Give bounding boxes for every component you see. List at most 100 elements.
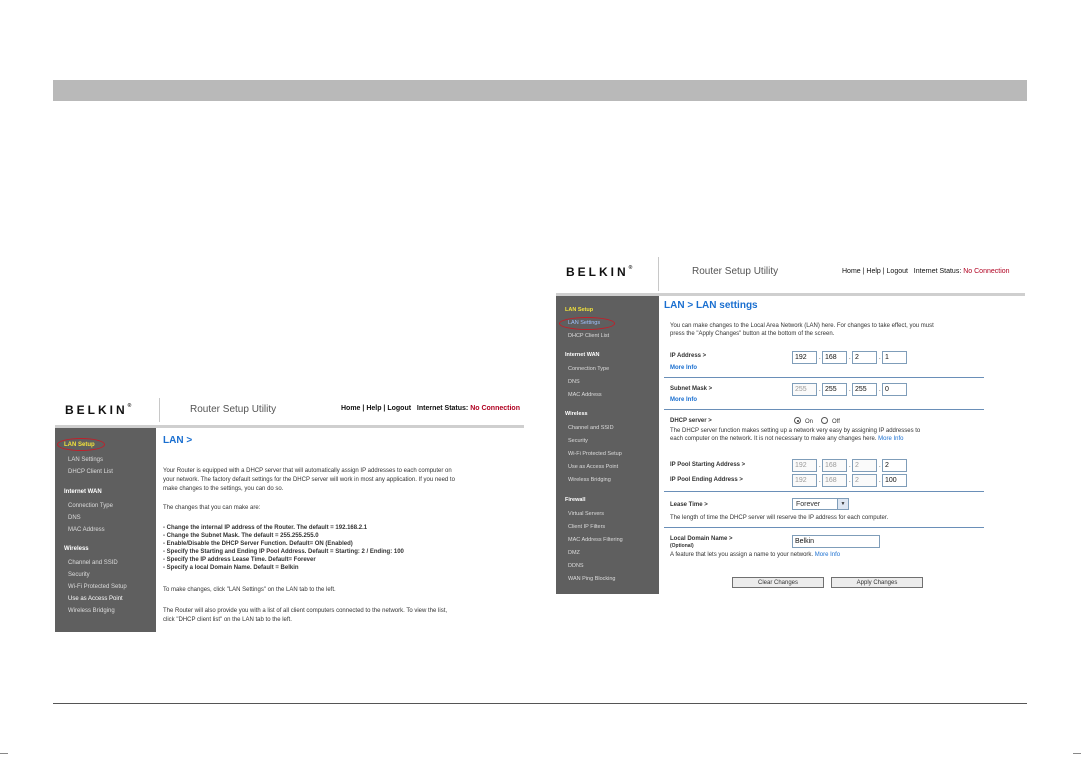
logout-link[interactable]: Logout [887, 268, 908, 275]
sidebar-item-connection-type[interactable]: Connection Type [568, 366, 609, 372]
changes-title: The changes that you can make are: [163, 505, 261, 511]
divider [664, 491, 984, 492]
dhcp-server-label: DHCP server > [670, 418, 712, 424]
sidebar-item-mac-address[interactable]: MAC Address [568, 392, 602, 398]
sidebar-item-security[interactable]: Security [568, 438, 588, 444]
sidebar-item-mac-address[interactable]: MAC Address [68, 527, 105, 533]
domain-optional-label: (Optional) [670, 543, 694, 549]
sidebar-item-dns[interactable]: DNS [68, 515, 81, 521]
pool-end-octet-1: 192 [792, 474, 817, 487]
pool-end-octet-2: 168 [822, 474, 847, 487]
right-screenshot: BELKIN® Router Setup Utility Home | Help… [556, 251, 1025, 594]
sidebar-item-wps[interactable]: Wi-Fi Protected Setup [568, 451, 622, 457]
sidebar-item-dhcp-client-list[interactable]: DHCP Client List [568, 333, 609, 339]
pool-start-octet-3: 2 [852, 459, 877, 472]
dhcp-more-info-link[interactable]: More Info [878, 436, 903, 442]
pool-start-label: IP Pool Starting Address > [670, 462, 746, 468]
sidebar-item-access-point[interactable]: Use as Access Point [568, 464, 618, 470]
left-screenshot: BELKIN® Router Setup Utility Home | Help… [55, 392, 524, 632]
main-content: LAN > Your Router is equipped with a DHC… [163, 432, 523, 632]
home-link[interactable]: Home [842, 268, 861, 275]
lease-time-select[interactable]: Forever ▼ [792, 498, 849, 510]
sidebar-section-lan[interactable]: LAN Setup [565, 307, 593, 313]
apply-changes-button[interactable]: Apply Changes [831, 577, 923, 588]
main-content: LAN > LAN settings You can make changes … [664, 297, 1024, 594]
internet-status-label: Internet Status: [913, 268, 962, 275]
help-link[interactable]: Help [866, 268, 880, 275]
sidebar-item-connection-type[interactable]: Connection Type [68, 503, 113, 509]
logout-link[interactable]: Logout [387, 405, 411, 412]
clear-changes-button[interactable]: Clear Changes [732, 577, 824, 588]
sidebar-item-channel-ssid[interactable]: Channel and SSID [568, 425, 614, 431]
subnet-mask-label: Subnet Mask > [670, 386, 713, 392]
intro-line-1: You can make changes to the Local Area N… [670, 323, 934, 329]
header-links: Home | Help | Logout Internet Status: No… [842, 268, 1010, 275]
sidebar: LAN Setup LAN Settings DHCP Client List … [55, 428, 156, 632]
page-title: LAN > LAN settings [664, 300, 758, 311]
belkin-logo: BELKIN® [566, 265, 633, 279]
mask-octet-1: 255 [792, 383, 817, 396]
ip-octet-2[interactable]: 168 [822, 351, 847, 364]
sidebar-item-mac-filtering[interactable]: MAC Address Filtering [568, 537, 623, 543]
dhcp-off-radio[interactable] [821, 417, 828, 424]
ip-more-info-link[interactable]: More Info [670, 364, 697, 372]
sidebar-item-channel-ssid[interactable]: Channel and SSID [68, 560, 118, 566]
lease-time-desc: The length of time the DHCP server will … [670, 515, 889, 521]
sidebar: LAN Setup LAN Settings DHCP Client List … [556, 296, 659, 594]
sidebar-section-wireless: Wireless [565, 411, 588, 417]
to-make-text: To make changes, click "LAN Settings" on… [163, 587, 336, 593]
dhcp-desc-line-1: The DHCP server function makes setting u… [670, 428, 921, 434]
sidebar-item-wireless-bridging[interactable]: Wireless Bridging [68, 608, 115, 614]
sidebar-item-dmz[interactable]: DMZ [568, 550, 580, 556]
internet-status-label: Internet Status: [416, 405, 469, 412]
sidebar-item-wireless-bridging[interactable]: Wireless Bridging [568, 477, 611, 483]
provide-line-2: click "DHCP client list" on the LAN tab … [163, 617, 292, 623]
pool-start-octet-4[interactable]: 2 [882, 459, 907, 472]
help-link[interactable]: Help [366, 405, 381, 412]
pool-start-octet-2: 168 [822, 459, 847, 472]
sidebar-item-access-point[interactable]: Use as Access Point [68, 596, 123, 602]
divider [664, 377, 984, 378]
domain-name-input[interactable]: Belkin [792, 535, 880, 548]
corner-mark [1073, 753, 1081, 757]
pool-end-octet-3: 2 [852, 474, 877, 487]
highlight-circle [559, 317, 615, 330]
chevron-down-icon: ▼ [837, 499, 848, 509]
page-header-bar [53, 80, 1027, 101]
home-link[interactable]: Home [341, 405, 360, 412]
dhcp-on-label: On [805, 419, 814, 425]
header-links: Home | Help | Logout Internet Status: No… [341, 405, 520, 412]
sidebar-item-dns[interactable]: DNS [568, 379, 580, 385]
sidebar-item-ddns[interactable]: DDNS [568, 563, 584, 569]
sidebar-item-wan-ping-blocking[interactable]: WAN Ping Blocking [568, 576, 615, 582]
mask-more-info-link[interactable]: More Info [670, 396, 697, 404]
ip-octet-4[interactable]: 1 [882, 351, 907, 364]
sidebar-item-dhcp-client-list[interactable]: DHCP Client List [68, 469, 113, 475]
sidebar-item-wps[interactable]: Wi-Fi Protected Setup [68, 584, 127, 590]
internet-status-value: No Connection [470, 405, 520, 412]
pool-end-label: IP Pool Ending Address > [670, 477, 743, 483]
intro-line-3: make changes to the settings, you can do… [163, 486, 284, 492]
change-item: - Specify a local Domain Name. Default =… [163, 565, 299, 571]
utility-title: Router Setup Utility [692, 266, 779, 277]
intro-line-1: Your Router is equipped with a DHCP serv… [163, 468, 452, 474]
intro-line-2: your network. The factory default settin… [163, 477, 455, 483]
pool-start-octet-1: 192 [792, 459, 817, 472]
dhcp-on-radio[interactable] [794, 417, 801, 424]
divider [664, 409, 984, 410]
ip-octet-1[interactable]: 192 [792, 351, 817, 364]
sidebar-section-wan: Internet WAN [565, 352, 600, 358]
ip-address-label: IP Address > [670, 353, 707, 359]
mask-octet-4[interactable]: 0 [882, 383, 907, 396]
mask-octet-2[interactable]: 255 [822, 383, 847, 396]
pool-end-octet-4[interactable]: 100 [882, 474, 907, 487]
sidebar-item-virtual-servers[interactable]: Virtual Servers [568, 511, 604, 517]
ip-octet-3[interactable]: 2 [852, 351, 877, 364]
sidebar-item-client-ip-filters[interactable]: Client IP Filters [568, 524, 605, 530]
corner-mark [0, 753, 8, 757]
sidebar-item-security[interactable]: Security [68, 572, 90, 578]
sidebar-item-lan-settings[interactable]: LAN Settings [68, 457, 103, 463]
mask-octet-3[interactable]: 255 [852, 383, 877, 396]
domain-more-info-link[interactable]: More Info [815, 552, 840, 558]
sidebar-section-firewall: Firewall [565, 497, 586, 503]
